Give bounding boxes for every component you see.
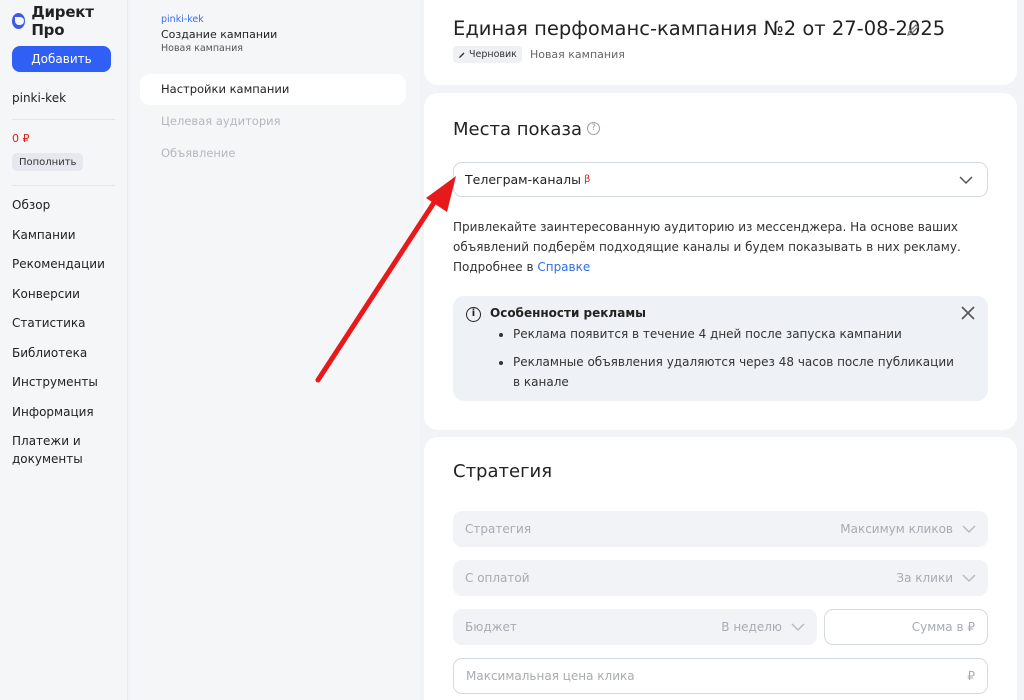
subnav-subtitle: Новая кампания (161, 43, 243, 54)
chevron-down-icon (791, 622, 805, 631)
strategy-select[interactable]: Стратегия Максимум кликов (453, 511, 988, 547)
pencil-icon[interactable] (906, 23, 920, 37)
beta-badge: β (584, 174, 591, 185)
add-button[interactable]: Добавить (12, 46, 111, 72)
subnav-item-ad[interactable]: Объявление (140, 138, 406, 169)
topup-button[interactable]: Пополнить (12, 153, 84, 171)
placements-card: Места показа ? Телеграм-каналы β Привлека… (424, 93, 1017, 430)
logo-text: Директ Про (31, 3, 94, 39)
placement-description: Привлекайте заинтересованную аудиторию и… (453, 217, 963, 277)
campaign-subnav: pinki-kek Создание кампании Новая кампан… (130, 0, 420, 700)
field-value: Максимум кликов (840, 522, 953, 536)
divider (12, 119, 115, 120)
list-item: Реклама появится в течение 4 дней после … (513, 324, 963, 344)
subnav-title: Создание кампании (161, 28, 278, 41)
info-list: Реклама появится в течение 4 дней после … (513, 324, 963, 400)
status-badge-label: Черновик (469, 49, 517, 60)
nav-item-campaigns[interactable]: Кампании (12, 226, 115, 256)
campaign-title: Единая перфоманс-кампания №2 от 27-08-20… (453, 17, 946, 40)
chevron-down-icon (959, 176, 973, 185)
campaign-header-card: Единая перфоманс-кампания №2 от 27-08-20… (424, 0, 1017, 85)
status-subtitle: Новая кампания (529, 48, 625, 61)
max-click-price-input[interactable]: Максимальная цена клика ₽ (453, 658, 988, 694)
pencil-icon (459, 52, 465, 58)
strategy-card: Стратегия Стратегия Максимум кликов С оп… (424, 437, 1017, 700)
subnav-item-audience[interactable]: Целевая аудитория (140, 106, 406, 137)
nav-item-conversions[interactable]: Конверсии (12, 285, 115, 315)
sidebar: Директ Про Добавить pinki-kek 0 ₽ Пополн… (0, 0, 128, 700)
description-text: Привлекайте заинтересованную аудиторию и… (453, 220, 961, 274)
field-label: С оплатой (465, 571, 530, 585)
list-item: Рекламные объявления удаляются через 48 … (513, 352, 963, 392)
balance: 0 ₽ (12, 132, 30, 145)
payment-select[interactable]: С оплатой За клики (453, 560, 988, 596)
section-title: Стратегия (453, 461, 553, 482)
status-badge: Черновик (453, 46, 522, 63)
nav-item-recommendations[interactable]: Рекомендации (12, 255, 115, 285)
placement-select[interactable]: Телеграм-каналы β (453, 162, 988, 197)
close-icon[interactable] (961, 306, 975, 320)
info-notice: i Особенности рекламы Реклама появится в… (453, 296, 988, 401)
field-value: В неделю (721, 620, 782, 634)
budget-amount-input[interactable]: Сумма в ₽ (824, 609, 988, 645)
budget-select[interactable]: Бюджет В неделю (453, 609, 817, 645)
subnav-item-settings[interactable]: Настройки кампании (140, 74, 406, 105)
placement-select-value: Телеграм-каналы (465, 172, 582, 187)
max-click-placeholder: Максимальная цена клика (466, 669, 635, 683)
section-title: Места показа (453, 119, 583, 140)
help-link[interactable]: Справке (537, 260, 590, 274)
nav-item-library[interactable]: Библиотека (12, 344, 115, 374)
info-title: Особенности рекламы (490, 306, 646, 320)
nav-item-tools[interactable]: Инструменты (12, 373, 115, 403)
field-value: За клики (896, 571, 953, 585)
help-icon[interactable]: ? (587, 122, 600, 135)
nav-item-payments[interactable]: Платежи и документы (12, 432, 115, 468)
chevron-down-icon (962, 573, 976, 582)
main-nav: Обзор Кампании Рекомендации Конверсии Ст… (12, 196, 115, 468)
nav-item-overview[interactable]: Обзор (12, 196, 115, 226)
currency-suffix: ₽ (967, 669, 975, 683)
subnav-user[interactable]: pinki-kek (161, 14, 420, 25)
direct-logo-icon (12, 13, 26, 29)
nav-item-information[interactable]: Информация (12, 403, 115, 433)
account-name[interactable]: pinki-kek (12, 91, 115, 105)
divider (12, 185, 115, 186)
nav-item-statistics[interactable]: Статистика (12, 314, 115, 344)
amount-placeholder: Сумма в ₽ (911, 620, 975, 634)
info-icon: i (466, 307, 481, 322)
logo[interactable]: Директ Про (12, 3, 115, 39)
field-label: Бюджет (465, 620, 517, 634)
chevron-down-icon (962, 524, 976, 533)
field-label: Стратегия (465, 522, 532, 536)
